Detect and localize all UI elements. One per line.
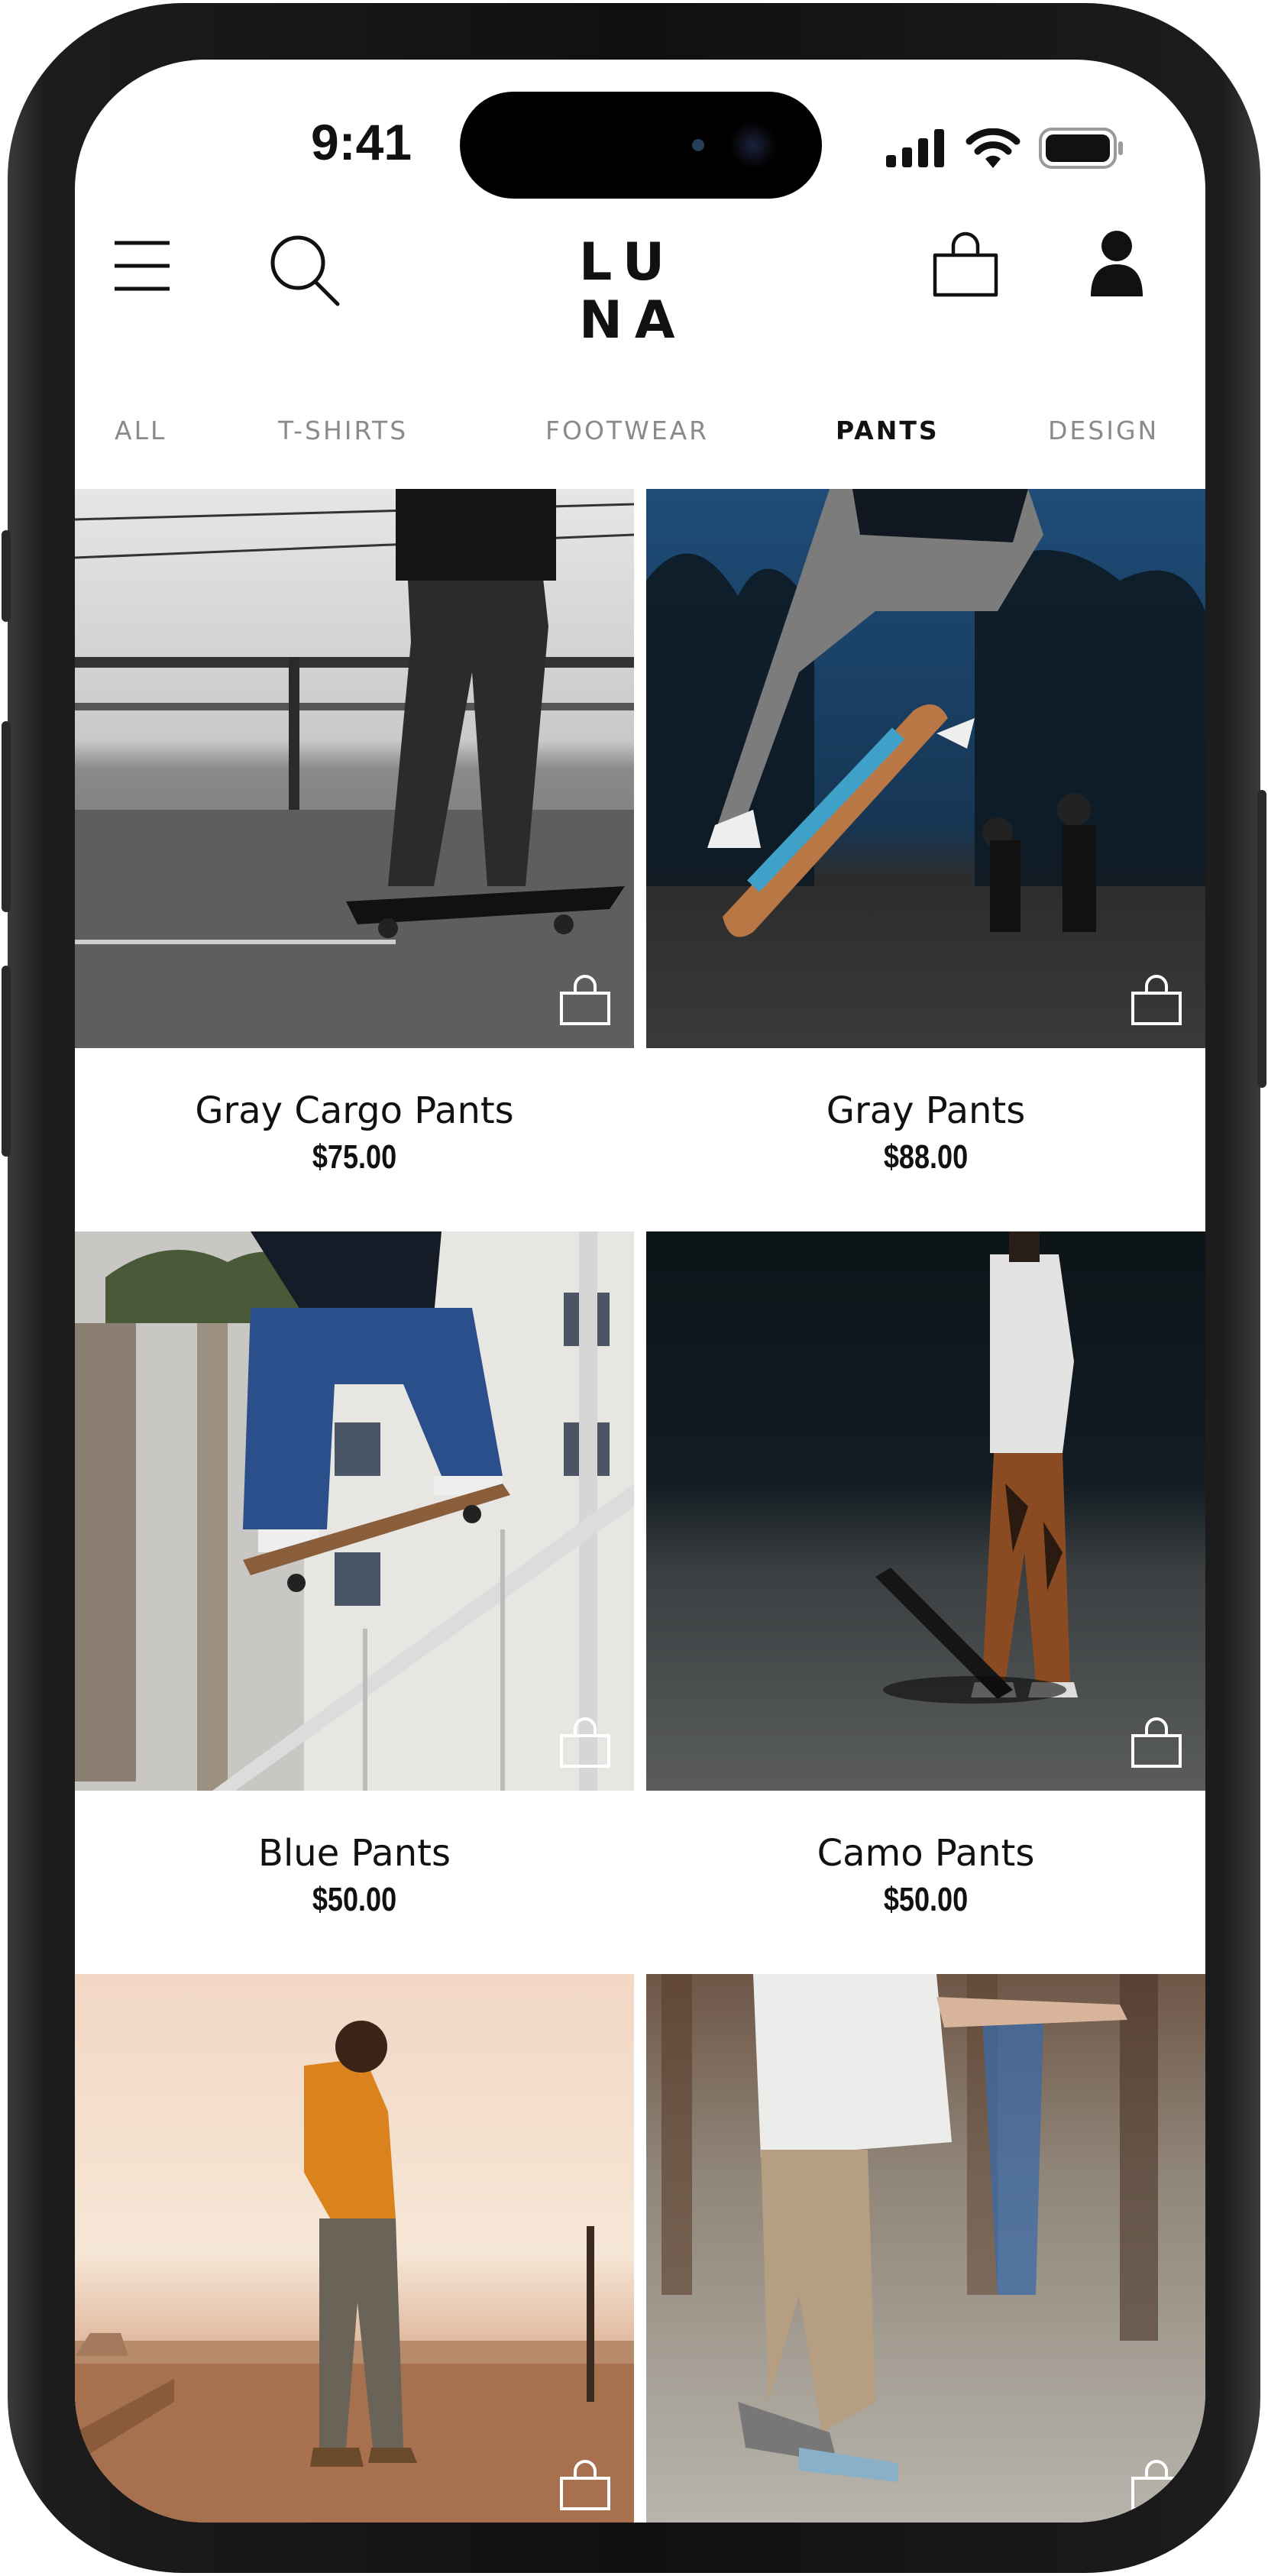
shopping-bag-icon[interactable] <box>930 229 1001 299</box>
product-name[interactable]: Gray Cargo Pants <box>75 1089 634 1132</box>
add-to-bag-icon[interactable] <box>1129 975 1184 1027</box>
phone-frame: 9:41 LU NA ALL T-SHIRTS FOOTWEAR PANTS D… <box>2 3 1266 2573</box>
status-icons <box>886 125 1124 171</box>
dynamic-island <box>460 92 822 199</box>
tab-t-shirts[interactable]: T-SHIRTS <box>278 416 408 445</box>
product-name[interactable]: Camo Pants <box>646 1832 1205 1875</box>
search-icon[interactable] <box>267 232 344 309</box>
logo-line-2: NA <box>579 290 687 351</box>
product-price: $75.00 <box>312 1138 397 1176</box>
product-image[interactable] <box>646 489 1205 1048</box>
product-price: $50.00 <box>312 1881 397 1918</box>
product-card[interactable]: Gray Pants $88.00 <box>646 489 1205 1230</box>
cellular-signal-icon <box>886 129 944 167</box>
status-time: 9:41 <box>310 114 412 170</box>
brand-logo[interactable]: LU NA <box>564 234 724 350</box>
product-image[interactable] <box>75 1974 634 2523</box>
user-icon[interactable] <box>1088 229 1146 296</box>
product-price: $50.00 <box>883 1881 969 1918</box>
logo-line-1: LU <box>579 232 678 293</box>
product-card[interactable]: Gray Cargo Pants $75.00 <box>75 489 634 1230</box>
product-price: $88.00 <box>883 1138 969 1176</box>
hamburger-menu-icon[interactable] <box>113 240 171 293</box>
tab-footwear[interactable]: FOOTWEAR <box>545 416 709 445</box>
wifi-icon <box>966 128 1021 168</box>
volume-down-button <box>2 966 11 1157</box>
add-to-bag-icon[interactable] <box>558 1717 613 1769</box>
product-image[interactable] <box>75 1231 634 1791</box>
add-to-bag-icon[interactable] <box>1129 2460 1184 2512</box>
category-tabs: ALL T-SHIRTS FOOTWEAR PANTS DESIGN <box>75 416 1205 469</box>
product-card[interactable]: Camo Pants $50.00 <box>646 1231 1205 1972</box>
add-to-bag-icon[interactable] <box>558 975 613 1027</box>
product-image[interactable] <box>646 1231 1205 1791</box>
product-image[interactable] <box>75 489 634 1048</box>
tab-pants[interactable]: PANTS <box>836 416 940 445</box>
product-card[interactable]: Blue Pants $50.00 <box>75 1231 634 1972</box>
add-to-bag-icon[interactable] <box>1129 1717 1184 1769</box>
battery-icon <box>1039 128 1123 169</box>
product-image[interactable] <box>646 1974 1205 2523</box>
app-screen: 9:41 LU NA ALL T-SHIRTS FOOTWEAR PANTS D… <box>75 60 1205 2523</box>
volume-up-button <box>2 721 11 912</box>
product-card[interactable] <box>646 1974 1205 2523</box>
front-camera <box>729 121 778 170</box>
power-button <box>1257 790 1266 1088</box>
add-to-bag-icon[interactable] <box>558 2460 613 2512</box>
tab-all[interactable]: ALL <box>115 416 167 445</box>
tab-design[interactable]: DESIGN <box>1048 416 1159 445</box>
sensor-dot <box>692 139 704 151</box>
product-name[interactable]: Blue Pants <box>75 1832 634 1875</box>
product-card[interactable] <box>75 1974 634 2523</box>
action-button <box>2 530 11 622</box>
product-name[interactable]: Gray Pants <box>646 1089 1205 1132</box>
